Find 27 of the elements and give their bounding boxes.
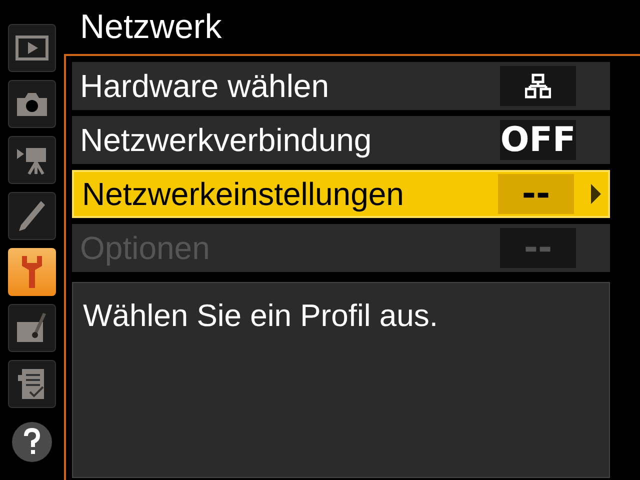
network-icon [525, 73, 551, 99]
menu-item[interactable]: Hardware wählen [72, 62, 610, 110]
help-text: Wählen Sie ein Profil aus. [83, 298, 438, 333]
menu-tab[interactable] [8, 248, 56, 296]
item-label: Hardware wählen [80, 67, 330, 106]
wrench-icon [19, 254, 45, 290]
menu-tab[interactable] [8, 80, 56, 128]
item-value: -- [522, 172, 550, 216]
menu-tab[interactable] [8, 360, 56, 408]
item-label: Netzwerkverbindung [80, 121, 373, 160]
menu-tab[interactable] [8, 136, 56, 184]
arrow-right-icon [590, 183, 602, 205]
menu-tab[interactable] [8, 304, 56, 352]
item-label: Netzwerkeinstellungen [82, 175, 405, 214]
item-value: OFF [500, 118, 576, 162]
menu-tab[interactable] [8, 24, 56, 72]
help-icon[interactable] [12, 422, 52, 462]
playback-icon [15, 35, 49, 61]
menu-title: Netzwerk [79, 7, 223, 48]
retouch-icon [15, 312, 49, 344]
camera-icon [15, 90, 49, 118]
pencil-icon [17, 199, 47, 233]
movie-camera-icon [15, 145, 49, 175]
menu-tab[interactable] [8, 192, 56, 240]
item-value: -- [524, 226, 552, 270]
menu-item[interactable]: Netzwerkverbindung OFF [72, 116, 610, 164]
menu-item[interactable]: Netzwerkeinstellungen -- [72, 170, 610, 218]
